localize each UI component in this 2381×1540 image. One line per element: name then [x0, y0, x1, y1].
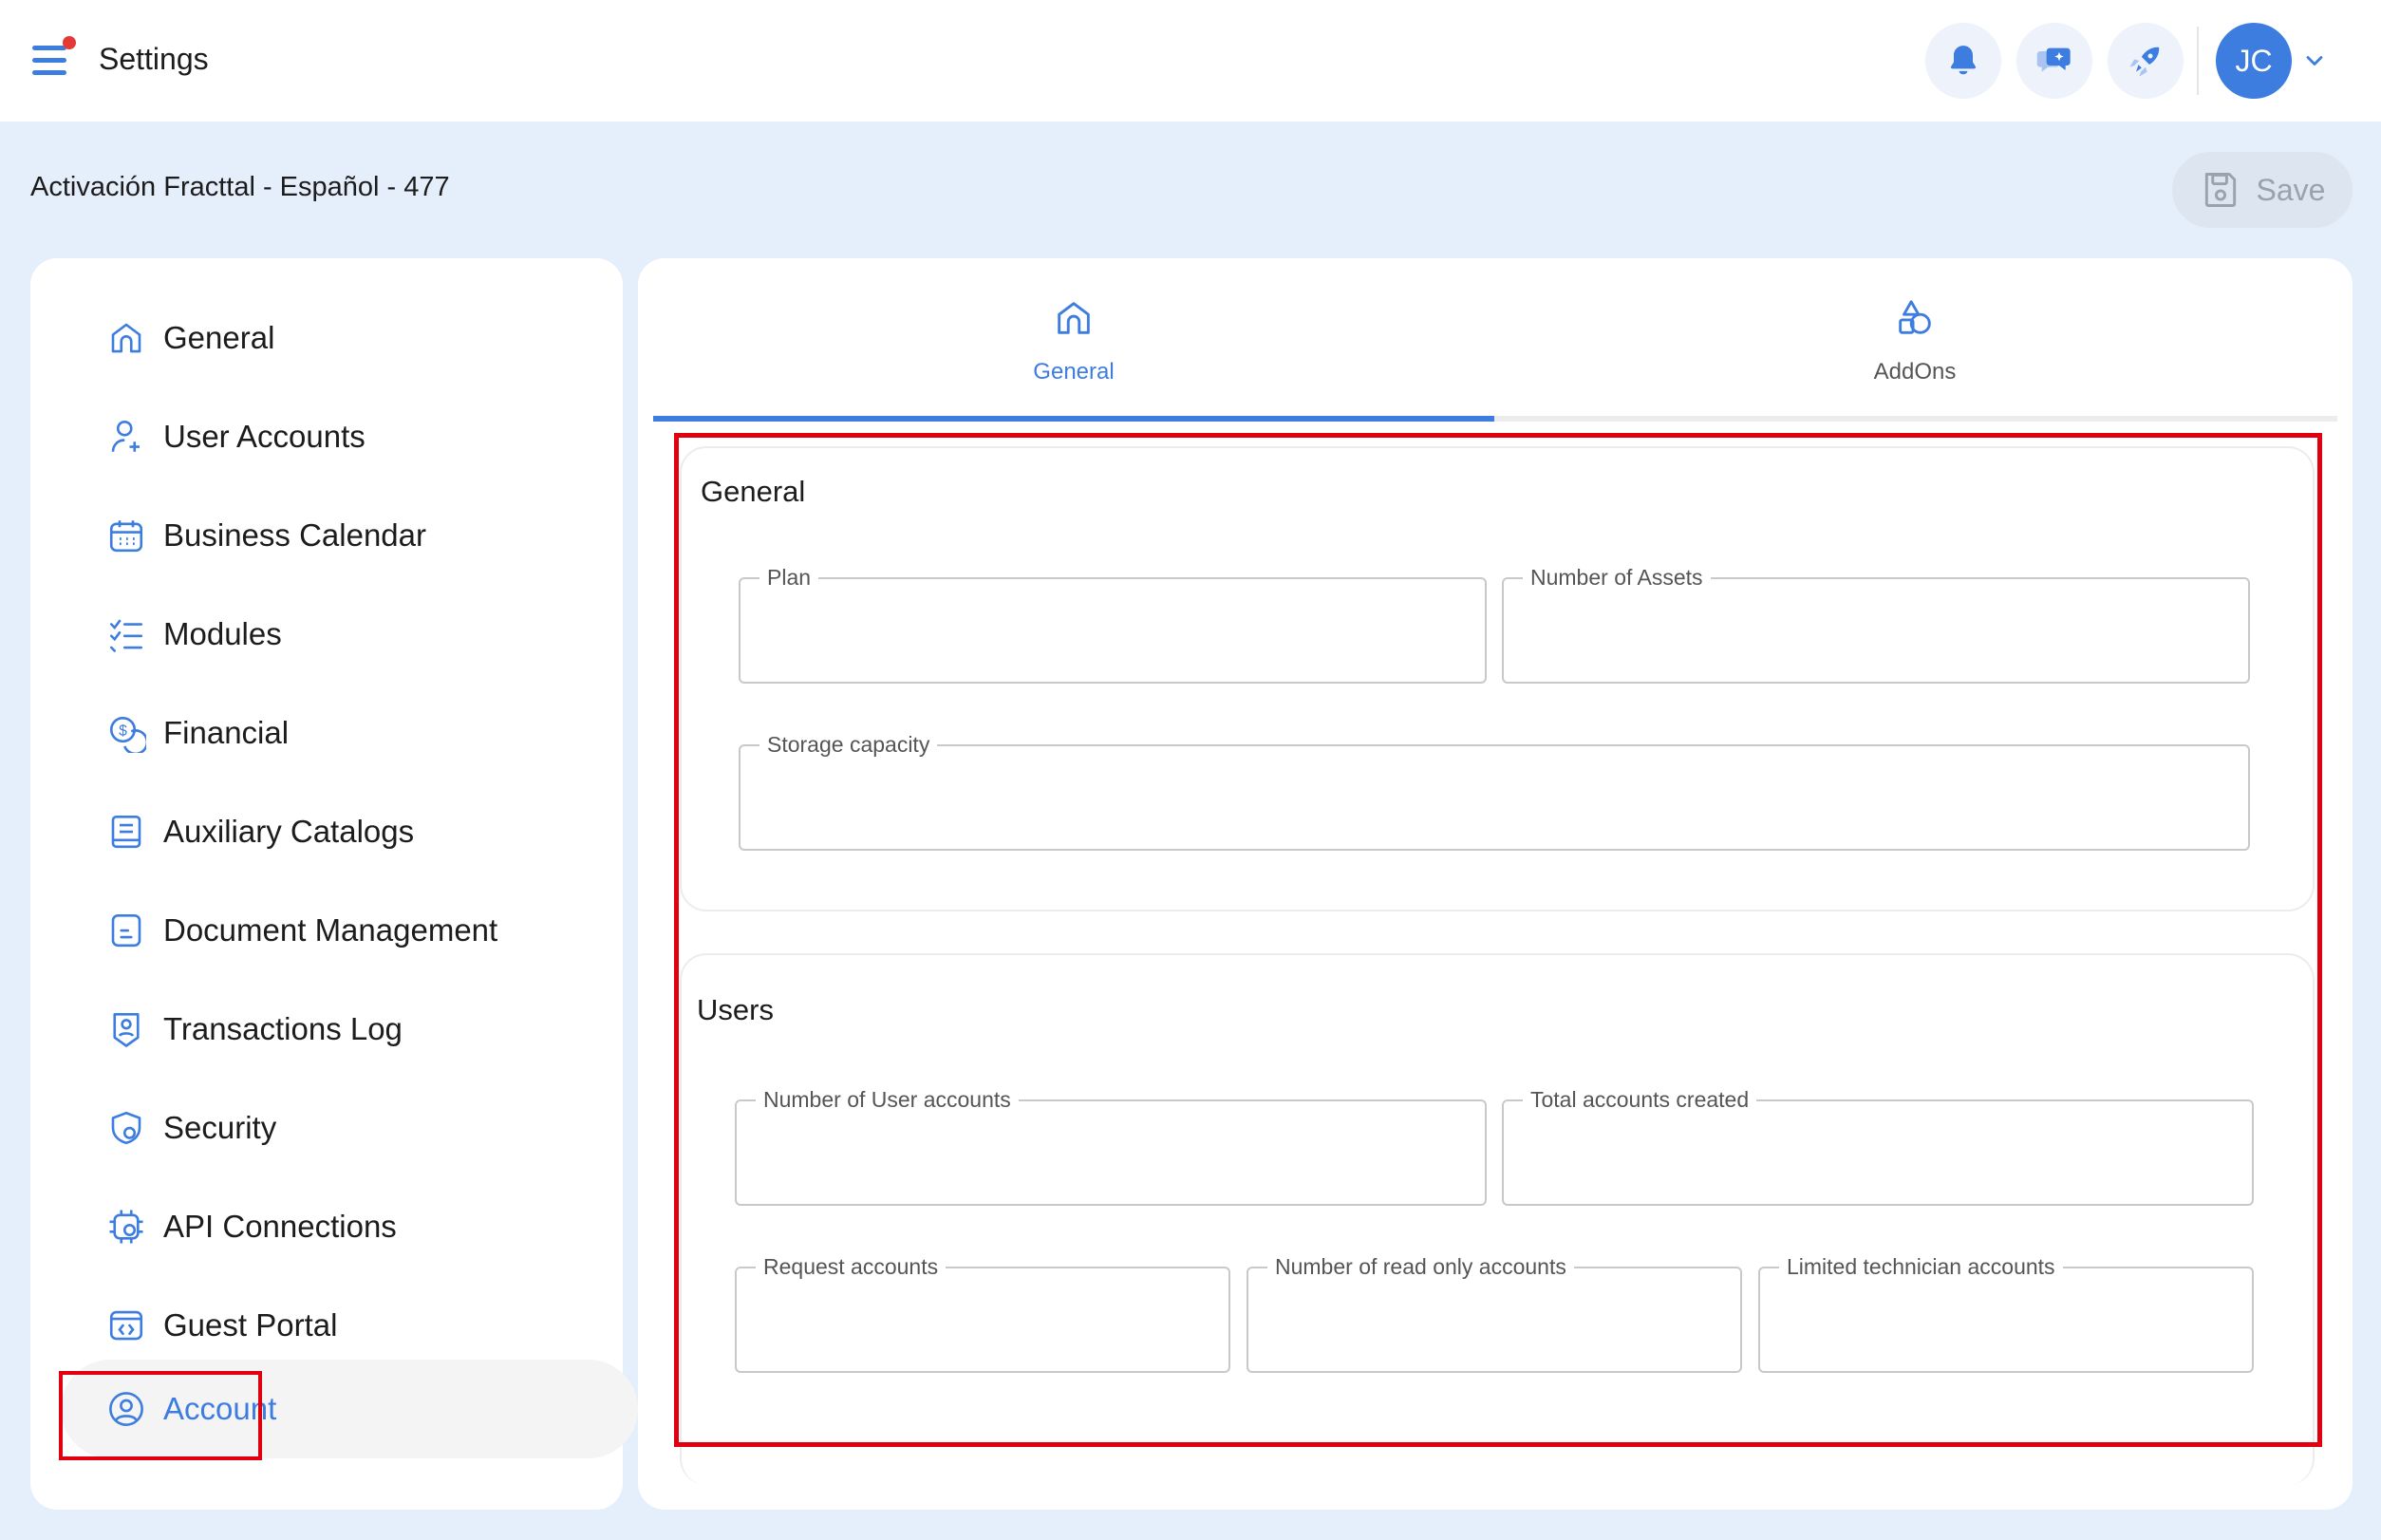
tab-label: General [1033, 359, 1115, 385]
general-section: General Plan Number of Assets Storage ca… [680, 446, 2315, 911]
number-of-user-accounts-label: Number of User accounts [756, 1086, 1019, 1113]
sidebar-item-api-connections[interactable]: API Connections [76, 1177, 608, 1276]
organization-title: Activación Fracttal - Español - 477 [30, 172, 450, 202]
sidebar-item-label: Financial [163, 715, 290, 750]
plan-label: Plan [759, 564, 819, 591]
browser-code-icon [106, 1305, 146, 1345]
users-section-title: Users [697, 993, 774, 1026]
account-settings-panel: General AddOns General Plan Number of As… [638, 258, 2353, 1510]
sidebar-item-label: Document Management [163, 912, 498, 948]
security-shield-icon [106, 1108, 146, 1148]
sidebar-item-label: Modules [163, 616, 282, 651]
sidebar-item-general[interactable]: General [76, 289, 608, 387]
shapes-icon [1893, 296, 1937, 340]
calendar-icon [106, 516, 146, 555]
save-button-label: Save [2256, 172, 2326, 207]
request-accounts-field[interactable]: Request accounts [735, 1253, 1230, 1373]
tab-general[interactable]: General [653, 258, 1494, 422]
tab-label: AddOns [1873, 359, 1957, 385]
sidebar-item-security[interactable]: Security [76, 1079, 608, 1177]
user-add-icon [106, 417, 146, 457]
request-accounts-input[interactable] [759, 1297, 1206, 1344]
limited-technician-accounts-input[interactable] [1783, 1297, 2229, 1344]
tab-addons[interactable]: AddOns [1494, 258, 2335, 422]
total-accounts-created-input[interactable] [1527, 1130, 2229, 1177]
plan-input[interactable] [763, 608, 1462, 655]
sidebar-item-user-accounts[interactable]: User Accounts [76, 387, 608, 486]
users-section: Users Number of User accounts Total acco… [680, 953, 2315, 1485]
sidebar-item-label: Guest Portal [163, 1307, 338, 1343]
sidebar-item-modules[interactable]: Modules [76, 585, 608, 684]
sidebar-item-label: User Accounts [163, 419, 366, 454]
settings-sidebar: General User Accounts Business Calendar … [30, 258, 638, 1510]
sidebar-item-business-calendar[interactable]: Business Calendar [76, 486, 608, 585]
number-of-user-accounts-field[interactable]: Number of User accounts [735, 1086, 1487, 1206]
coins-icon: $ [106, 713, 146, 753]
sidebar-item-account[interactable]: Account [61, 1360, 638, 1458]
total-accounts-created-field[interactable]: Total accounts created [1502, 1086, 2254, 1206]
account-circle-icon [106, 1389, 146, 1429]
svg-text:$: $ [119, 723, 127, 740]
api-gear-icon [106, 1207, 146, 1247]
sidebar-item-label: Security [163, 1110, 277, 1145]
general-section-title: General [701, 475, 806, 508]
sidebar-item-label: Transactions Log [163, 1011, 403, 1046]
log-shield-icon [106, 1009, 146, 1049]
notifications-button[interactable] [1925, 23, 2001, 99]
chat-sparkle-icon [2036, 47, 2071, 72]
rocket-icon [2129, 47, 2160, 77]
hamburger-menu-icon[interactable] [32, 36, 76, 80]
number-of-assets-label: Number of Assets [1523, 564, 1711, 591]
chevron-down-icon[interactable] [2301, 47, 2328, 74]
number-of-assets-input[interactable] [1527, 608, 2225, 655]
sidebar-item-label: Business Calendar [163, 517, 426, 553]
sidebar-item-document-management[interactable]: Document Management [76, 881, 608, 980]
limited-technician-accounts-label: Limited technician accounts [1779, 1253, 2063, 1280]
sidebar-item-label: Auxiliary Catalogs [163, 814, 415, 849]
app-title: Settings [99, 42, 209, 76]
book-icon [106, 812, 146, 852]
home-icon [1052, 296, 1096, 340]
request-accounts-label: Request accounts [756, 1253, 947, 1280]
document-icon [106, 911, 146, 950]
sidebar-item-label: General [163, 320, 275, 355]
sidebar-item-auxiliary-catalogs[interactable]: Auxiliary Catalogs [76, 782, 608, 881]
number-of-assets-field[interactable]: Number of Assets [1502, 564, 2250, 684]
sidebar-item-financial[interactable]: $ Financial [76, 684, 608, 782]
active-tab-indicator [653, 416, 1494, 422]
whats-new-button[interactable] [2108, 23, 2184, 99]
sidebar-item-transactions-log[interactable]: Transactions Log [76, 980, 608, 1079]
top-bar: Settings JC [0, 0, 2381, 122]
limited-technician-accounts-field[interactable]: Limited technician accounts [1758, 1253, 2254, 1373]
plan-field[interactable]: Plan [739, 564, 1487, 684]
read-only-accounts-input[interactable] [1271, 1297, 1717, 1344]
home-icon [106, 318, 146, 358]
storage-capacity-field[interactable]: Storage capacity [739, 731, 2250, 851]
floppy-disk-icon [2204, 173, 2236, 207]
read-only-accounts-field[interactable]: Number of read only accounts [1247, 1253, 1742, 1373]
number-of-user-accounts-input[interactable] [759, 1130, 1462, 1177]
storage-capacity-label: Storage capacity [759, 731, 938, 758]
save-button[interactable]: Save [2172, 152, 2353, 228]
storage-capacity-input[interactable] [763, 775, 2225, 822]
header-divider [2197, 27, 2199, 95]
checklist-icon [106, 614, 146, 654]
sidebar-item-label: Account [163, 1391, 277, 1426]
bell-icon [1950, 46, 1977, 75]
read-only-accounts-label: Number of read only accounts [1267, 1253, 1574, 1280]
user-avatar[interactable]: JC [2216, 23, 2292, 99]
notification-dot [63, 36, 76, 49]
assistant-chat-button[interactable] [2016, 23, 2092, 99]
total-accounts-created-label: Total accounts created [1523, 1086, 1757, 1113]
sidebar-item-label: API Connections [163, 1209, 397, 1244]
